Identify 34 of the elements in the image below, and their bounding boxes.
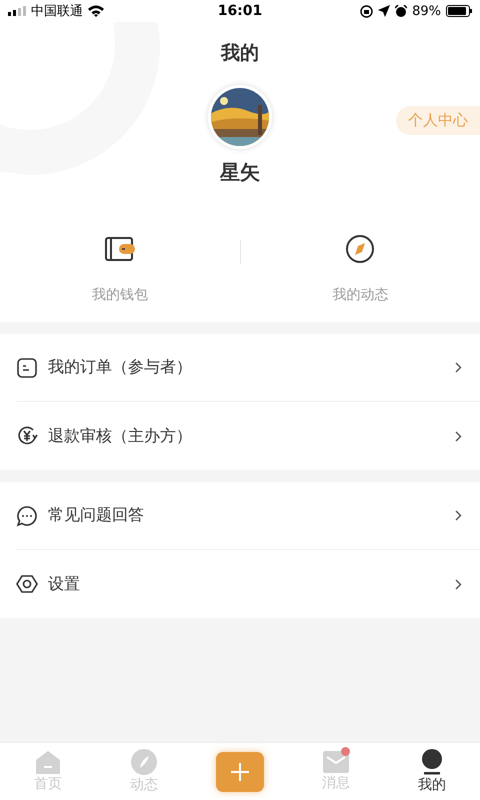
rotation-lock-icon: [360, 4, 374, 18]
wallet-icon: [104, 236, 136, 262]
person-icon: [420, 749, 444, 775]
tab-item[interactable]: 我的: [384, 743, 480, 800]
home-icon: [35, 750, 61, 774]
compass-icon: [131, 749, 157, 775]
location-arrow-icon: [378, 5, 390, 17]
mail-icon: [323, 751, 349, 773]
alarm-icon: [395, 5, 408, 17]
wifi-icon: [88, 5, 104, 17]
battery-percent: 89%: [412, 4, 441, 18]
menu-row[interactable]: 退款审核（主办方）: [16, 402, 480, 470]
compass-icon: [345, 234, 376, 264]
signal-icon: [8, 6, 26, 16]
user-name: 星矢: [220, 159, 260, 186]
chevron-right-icon: [455, 430, 462, 442]
menu-row[interactable]: 我的订单（参与者）: [16, 334, 480, 402]
yuan-refresh-icon: [16, 425, 38, 447]
carrier-name: 中国联通: [31, 3, 83, 20]
menu-row[interactable]: 常见问题回答: [16, 482, 480, 550]
chevron-right-icon: [455, 578, 462, 590]
chevron-right-icon: [455, 510, 462, 521]
shortcut-label[interactable]: 我的动态: [332, 286, 388, 304]
clock-time: 16:01: [218, 3, 262, 19]
menu-row[interactable]: 设置: [16, 550, 480, 618]
shortcut-label[interactable]: 我的钱包: [92, 286, 148, 304]
chat-bubble-icon: [16, 504, 38, 526]
personal-center-button[interactable]: 个人中心: [396, 106, 480, 135]
list-icon: [16, 356, 38, 378]
chevron-right-icon: [455, 362, 462, 373]
battery-icon: [446, 5, 472, 17]
plus-icon: [231, 762, 249, 780]
page-title: 我的: [221, 41, 259, 66]
settings-icon: [16, 573, 38, 595]
